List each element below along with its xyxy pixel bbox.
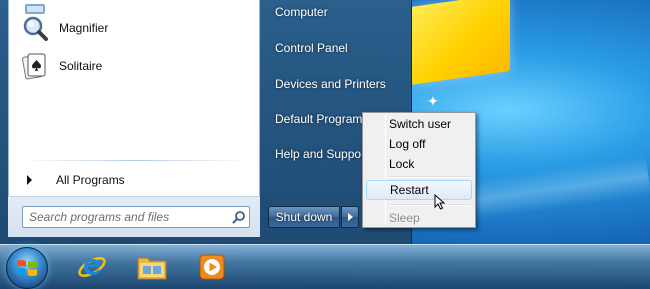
taskbar — [0, 244, 650, 289]
shutdown-options-button[interactable] — [341, 206, 359, 228]
chevron-right-icon — [347, 213, 353, 221]
menu-item-lock[interactable]: Lock — [366, 154, 472, 174]
sparkle-icon: ✦ — [427, 93, 439, 109]
all-programs-label: All Programs — [56, 173, 125, 187]
search-input[interactable] — [29, 208, 229, 226]
menu-item-devices-and-printers[interactable]: Devices and Printers — [266, 71, 406, 97]
program-label: Magnifier — [59, 21, 109, 35]
menu-item-computer[interactable]: Computer — [266, 0, 406, 25]
internet-explorer-icon — [78, 257, 106, 277]
start-button[interactable] — [6, 247, 48, 289]
start-menu: Magnifier Solitaire All Programs Search … — [0, 0, 412, 244]
menu-item-sleep: Sleep — [389, 211, 420, 225]
taskbar-internet-explorer[interactable] — [72, 248, 112, 286]
magnifier-icon — [21, 14, 49, 42]
search-icon[interactable] — [229, 207, 249, 227]
taskbar-windows-explorer[interactable] — [132, 248, 172, 286]
menu-item-switch-user[interactable]: Switch user — [366, 114, 472, 134]
program-item-magnifier[interactable]: Magnifier — [13, 11, 257, 45]
menu-separator — [389, 204, 471, 206]
menu-item-control-panel[interactable]: Control Panel — [266, 35, 406, 61]
menu-separator — [389, 176, 471, 178]
windows-logo-wallpaper — [410, 0, 510, 86]
arrow-right-icon — [27, 175, 32, 185]
search-box[interactable] — [22, 206, 250, 228]
all-programs-button[interactable]: All Programs — [19, 170, 239, 190]
shutdown-context-menu: Switch user Log off Lock Restart Sleep — [362, 112, 476, 228]
media-player-icon — [199, 254, 225, 280]
programs-separator — [19, 160, 253, 161]
menu-item-restart[interactable]: Restart — [366, 180, 472, 200]
windows-explorer-icon — [137, 257, 167, 280]
windows-logo-icon — [17, 260, 37, 276]
mouse-cursor-icon — [434, 194, 446, 210]
search-area — [8, 196, 260, 237]
taskbar-media-player[interactable] — [192, 248, 232, 286]
solitaire-icon — [21, 52, 49, 80]
program-label: Solitaire — [59, 59, 103, 73]
program-item-solitaire[interactable]: Solitaire — [13, 49, 257, 83]
menu-item-log-off[interactable]: Log off — [366, 134, 472, 154]
shutdown-button[interactable]: Shut down — [268, 206, 340, 228]
